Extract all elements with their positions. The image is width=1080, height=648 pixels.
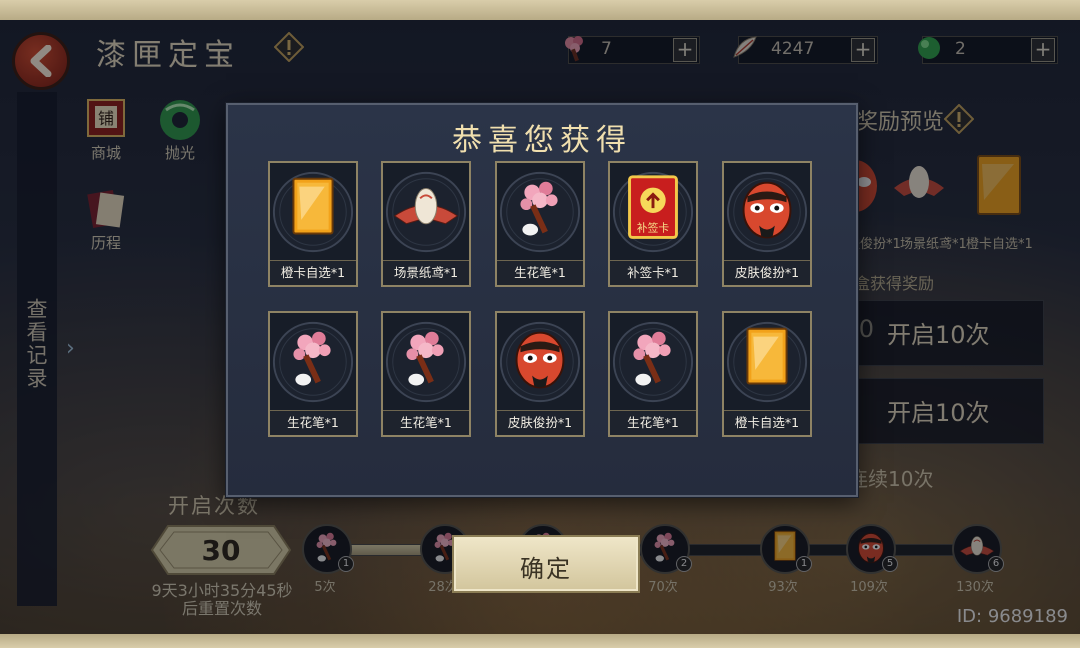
- opera-mask-icon: [499, 321, 581, 403]
- confirm-button[interactable]: 确定: [452, 535, 640, 593]
- resign-card-icon: 补签卡: [612, 171, 694, 253]
- reward-label: 生花笔*1: [497, 260, 583, 285]
- bottom-frame: [0, 634, 1080, 648]
- reward-card: 生花笔*1: [608, 311, 698, 437]
- reward-card: 橙卡自选*1: [722, 311, 812, 437]
- resign-card-text: 补签卡: [637, 222, 670, 235]
- reward-label: 橙卡自选*1: [724, 410, 810, 435]
- reward-art: [497, 163, 583, 261]
- plum-brush-icon: [385, 321, 467, 403]
- reward-label: 生花笔*1: [270, 410, 356, 435]
- orange-card-icon: [272, 171, 354, 253]
- reward-label: 皮肤俊扮*1: [497, 410, 583, 435]
- reward-art: [610, 313, 696, 411]
- reward-label: 皮肤俊扮*1: [724, 260, 810, 285]
- reward-card: 橙卡自选*1: [268, 161, 358, 287]
- reward-art: [383, 313, 469, 411]
- confirm-label: 确定: [520, 555, 572, 583]
- reward-card: 补签卡补签卡*1: [608, 161, 698, 287]
- opera-mask-icon: [726, 171, 808, 253]
- reward-card: 场景纸鸢*1: [381, 161, 471, 287]
- reward-card: 皮肤俊扮*1: [722, 161, 812, 287]
- plum-brush-icon: [612, 321, 694, 403]
- reward-art: 补签卡: [610, 163, 696, 261]
- reward-modal: 恭喜您获得 橙卡自选*1 场景纸鸢*1 生花笔*1 补签卡补签卡*1 皮肤俊扮*1 生花笔…: [226, 103, 858, 497]
- reward-label: 补签卡*1: [610, 260, 696, 285]
- reward-art: [497, 313, 583, 411]
- orange-card-icon: [726, 321, 808, 403]
- reward-label: 橙卡自选*1: [270, 260, 356, 285]
- top-frame: [0, 0, 1080, 20]
- reward-label: 场景纸鸢*1: [383, 260, 469, 285]
- reward-art: [270, 313, 356, 411]
- plum-brush-icon: [499, 171, 581, 253]
- reward-card: 生花笔*1: [495, 161, 585, 287]
- reward-label: 生花笔*1: [610, 410, 696, 435]
- reward-art: [383, 163, 469, 261]
- kite-icon: [385, 171, 467, 253]
- reward-card: 生花笔*1: [381, 311, 471, 437]
- reward-card: 皮肤俊扮*1: [495, 311, 585, 437]
- reward-art: [724, 163, 810, 261]
- modal-title: 恭喜您获得: [452, 123, 632, 158]
- plum-brush-icon: [272, 321, 354, 403]
- reward-art: [724, 313, 810, 411]
- reward-card: 生花笔*1: [268, 311, 358, 437]
- reward-label: 生花笔*1: [383, 410, 469, 435]
- reward-art: [270, 163, 356, 261]
